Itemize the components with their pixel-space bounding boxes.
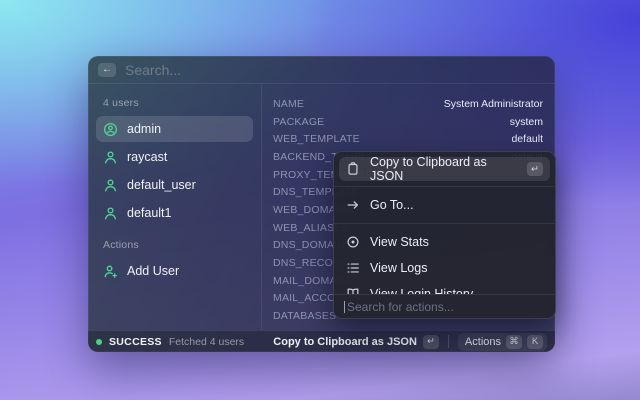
status-message: Fetched 4 users bbox=[169, 336, 244, 348]
section-header-users: 4 users bbox=[103, 97, 253, 109]
user-list-panel: 4 users admin bbox=[88, 85, 262, 330]
status-badge: SUCCESS bbox=[109, 336, 162, 348]
user-label: admin bbox=[127, 122, 161, 136]
metadata-value: System Administrator bbox=[444, 98, 543, 110]
user-icon bbox=[103, 150, 118, 165]
user-circle-icon bbox=[103, 122, 118, 137]
search-header: ← bbox=[88, 56, 555, 84]
stats-disc-icon bbox=[346, 235, 360, 249]
user-label: default1 bbox=[127, 206, 171, 220]
menu-item-go-to[interactable]: Go To... bbox=[339, 192, 550, 218]
search-input[interactable] bbox=[125, 62, 545, 78]
menu-item-label: Go To... bbox=[370, 198, 414, 212]
sidebar-item-default-user[interactable]: default_user bbox=[96, 172, 253, 198]
menu-item-view-logs[interactable]: View Logs bbox=[339, 255, 550, 281]
user-icon bbox=[103, 206, 118, 221]
status-bar-right: Copy to Clipboard as JSON ↵ Actions ⌘ K bbox=[273, 333, 547, 351]
return-key-badge: ↵ bbox=[527, 162, 543, 176]
k-key-badge: K bbox=[527, 335, 543, 349]
text-cursor bbox=[344, 301, 345, 313]
back-button[interactable]: ← bbox=[98, 63, 116, 77]
metadata-row: PACKAGE system bbox=[273, 113, 543, 131]
action-search-bar bbox=[334, 294, 555, 318]
user-plus-icon bbox=[103, 264, 118, 279]
sidebar-item-add-user[interactable]: Add User bbox=[96, 258, 253, 284]
menu-item-label: View Stats bbox=[370, 235, 429, 249]
menu-item-view-login-history[interactable]: View Login History bbox=[339, 281, 550, 294]
user-icon bbox=[103, 178, 118, 193]
actions-menu-button[interactable]: Actions ⌘ K bbox=[458, 333, 547, 351]
success-dot-icon bbox=[96, 339, 102, 345]
primary-action-button[interactable]: Copy to Clipboard as JSON bbox=[273, 336, 417, 348]
actions-label: Actions bbox=[465, 336, 501, 348]
action-menu: Copy to Clipboard as JSON ↵ Go To... bbox=[333, 151, 556, 319]
book-open-icon bbox=[346, 287, 360, 294]
menu-divider bbox=[334, 186, 555, 187]
metadata-row: NAME System Administrator bbox=[273, 95, 543, 113]
divider bbox=[448, 335, 449, 348]
menu-item-label: Copy to Clipboard as JSON bbox=[370, 155, 517, 183]
action-label: Add User bbox=[127, 264, 179, 278]
metadata-label: WEB_TEMPLATE bbox=[273, 133, 360, 145]
cmd-key-badge: ⌘ bbox=[506, 335, 522, 349]
sidebar-item-raycast[interactable]: raycast bbox=[96, 144, 253, 170]
sidebar-item-default1[interactable]: default1 bbox=[96, 200, 253, 226]
arrow-right-icon bbox=[346, 198, 360, 212]
menu-item-view-stats[interactable]: View Stats bbox=[339, 229, 550, 255]
menu-item-label: View Logs bbox=[370, 261, 427, 275]
list-icon bbox=[346, 261, 360, 275]
return-key-badge: ↵ bbox=[423, 335, 439, 349]
metadata-value: system bbox=[510, 116, 543, 128]
status-bar: SUCCESS Fetched 4 users Copy to Clipboar… bbox=[88, 330, 555, 352]
desktop-background: ← 4 users admin bbox=[0, 0, 640, 400]
action-menu-list: Copy to Clipboard as JSON ↵ Go To... bbox=[334, 152, 555, 294]
user-label: default_user bbox=[127, 178, 196, 192]
metadata-row: WEB_TEMPLATE default bbox=[273, 130, 543, 148]
user-label: raycast bbox=[127, 150, 167, 164]
metadata-label: PACKAGE bbox=[273, 116, 324, 128]
menu-item-copy-json[interactable]: Copy to Clipboard as JSON ↵ bbox=[339, 157, 550, 181]
section-header-actions: Actions bbox=[103, 239, 253, 251]
metadata-label: DATABASES bbox=[273, 310, 336, 322]
metadata-label: NAME bbox=[273, 98, 304, 110]
action-search-input[interactable] bbox=[347, 300, 545, 314]
metadata-value: default bbox=[511, 133, 543, 145]
clipboard-icon bbox=[346, 162, 360, 176]
arrow-left-icon: ← bbox=[102, 65, 112, 75]
menu-item-label: View Login History bbox=[370, 287, 473, 294]
sidebar-item-admin[interactable]: admin bbox=[96, 116, 253, 142]
menu-divider bbox=[334, 223, 555, 224]
